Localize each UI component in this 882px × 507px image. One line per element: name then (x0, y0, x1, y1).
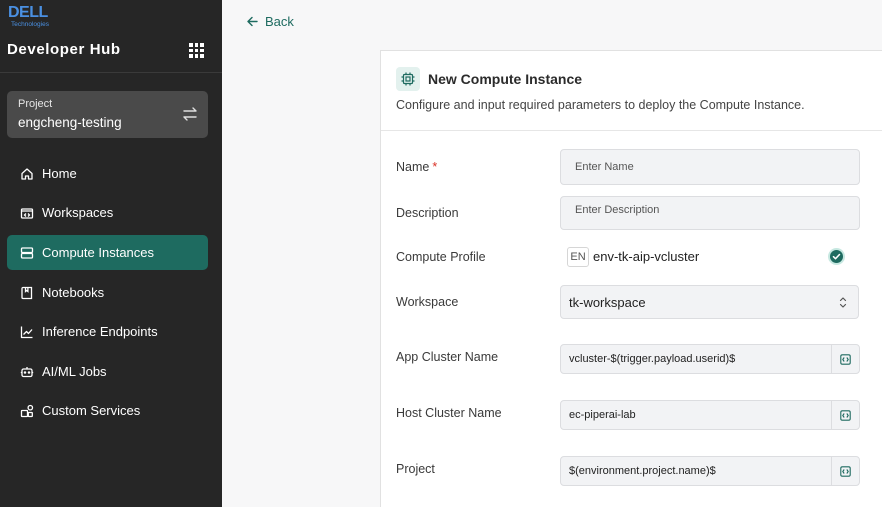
host-cluster-field[interactable]: ec-piperai-lab (560, 400, 860, 430)
description-label: Description (396, 206, 459, 220)
expression-button[interactable] (831, 345, 859, 373)
bot-icon (20, 365, 34, 379)
app-cluster-value: vcluster-$(trigger.payload.userid)$ (569, 353, 736, 365)
expression-button[interactable] (831, 457, 859, 485)
sidebar-item-label: Inference Endpoints (42, 324, 158, 339)
project-field-value: $(environment.project.name)$ (569, 465, 716, 477)
shapes-icon (20, 404, 34, 418)
sidebar-item-label: Custom Services (42, 403, 141, 418)
project-name: engcheng-testing (18, 115, 122, 130)
home-icon (20, 167, 34, 181)
workspace-label: Workspace (396, 295, 459, 309)
notebook-icon (20, 286, 34, 300)
panel-title: New Compute Instance (428, 71, 583, 87)
code-icon (840, 465, 851, 477)
sidebar-divider (0, 72, 222, 73)
logo-text: DELL (8, 4, 48, 21)
name-label: Name * (396, 160, 437, 174)
project-label: Project (18, 98, 53, 110)
sidebar-item-label: Home (42, 166, 77, 181)
code-icon (840, 409, 851, 421)
workspace-select[interactable]: tk-workspace (560, 285, 859, 319)
arrow-left-icon (247, 16, 258, 27)
sidebar-item-compute-instances[interactable]: Compute Instances (7, 235, 208, 270)
check-circle-icon (828, 248, 845, 265)
compute-profile-value: env-tk-aip-vcluster (593, 249, 700, 264)
chip-icon (396, 67, 420, 91)
sidebar-item-inference-endpoints[interactable]: Inference Endpoints (7, 314, 208, 349)
compute-profile-label: Compute Profile (396, 250, 486, 264)
chart-line-icon (20, 325, 34, 339)
panel-description: Configure and input required parameters … (396, 98, 805, 112)
workspace-icon (20, 206, 34, 220)
panel-header: New Compute Instance Configure and input… (381, 51, 882, 131)
sidebar: DELL Technologies Developer Hub Project … (0, 0, 222, 507)
dell-logo[interactable]: DELL Technologies (8, 4, 49, 29)
sidebar-item-label: Workspaces (42, 205, 114, 220)
project-field-label: Project (396, 462, 435, 476)
description-input[interactable] (560, 196, 860, 230)
name-label-text: Name (396, 160, 430, 174)
workspace-selected-value: tk-workspace (569, 294, 646, 310)
sidebar-item-label: Compute Instances (42, 245, 155, 260)
server-icon (20, 246, 34, 260)
sidebar-item-aiml-jobs[interactable]: AI/ML Jobs (7, 354, 208, 389)
host-cluster-value: ec-piperai-lab (569, 409, 636, 421)
project-field[interactable]: $(environment.project.name)$ (560, 456, 860, 486)
logo-subtext: Technologies (11, 21, 49, 28)
project-switcher[interactable]: Project engcheng-testing (7, 91, 208, 138)
code-icon (840, 353, 851, 365)
name-input[interactable] (560, 149, 860, 185)
app-cluster-label: App Cluster Name (396, 350, 499, 364)
app-title: Developer Hub (7, 41, 121, 58)
sidebar-item-custom-services[interactable]: Custom Services (7, 393, 208, 428)
profile-badge: EN (567, 247, 589, 267)
back-label: Back (265, 14, 294, 29)
sidebar-item-label: AI/ML Jobs (42, 364, 107, 379)
app-cluster-field[interactable]: vcluster-$(trigger.payload.userid)$ (560, 344, 860, 374)
sidebar-item-home[interactable]: Home (7, 156, 208, 191)
host-cluster-label: Host Cluster Name (396, 406, 502, 420)
sidebar-item-workspaces[interactable]: Workspaces (7, 195, 208, 230)
swap-icon[interactable] (182, 105, 198, 123)
chevron-updown-icon (839, 297, 847, 308)
sidebar-item-notebooks[interactable]: Notebooks (7, 275, 208, 310)
new-compute-instance-panel: New Compute Instance Configure and input… (380, 50, 882, 507)
sidebar-item-label: Notebooks (42, 285, 105, 300)
back-link[interactable]: Back (246, 14, 294, 29)
app-grid-icon[interactable] (189, 43, 204, 58)
expression-button[interactable] (831, 401, 859, 429)
required-mark: * (432, 160, 438, 174)
